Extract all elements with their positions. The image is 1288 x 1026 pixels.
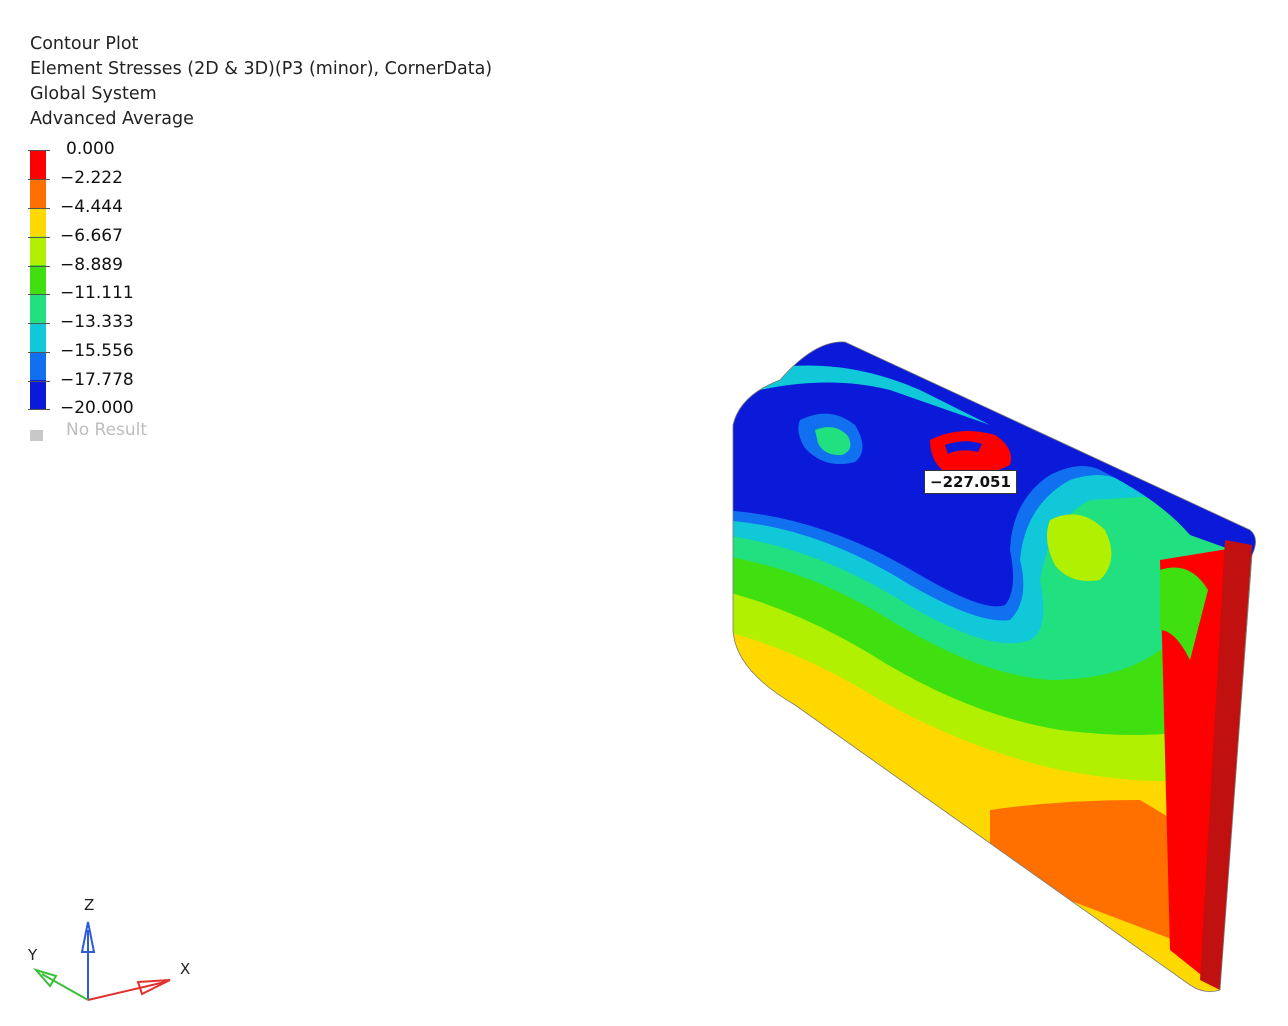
y-axis-line: [41, 973, 89, 1001]
legend-label-7: −15.556: [60, 341, 134, 361]
legend-tick: [28, 381, 50, 382]
y-axis-arrow: [32, 968, 58, 988]
no-result-swatch: [30, 430, 43, 441]
legend-label-2: −4.444: [60, 197, 123, 217]
legend-band-0: [30, 150, 46, 179]
legend-band-1: [30, 178, 46, 208]
result-type-label: Element Stresses (2D & 3D)(P3 (minor), C…: [30, 59, 493, 79]
contour-plot-header: Contour Plot Element Stresses (2D & 3D)(…: [30, 32, 492, 132]
no-result-label: No Result: [66, 420, 148, 440]
legend-band-4: [30, 265, 46, 294]
x-axis-line: [87, 981, 166, 1001]
legend-color-bar: [30, 150, 46, 410]
averaging-method-label: Advanced Average: [30, 109, 194, 129]
legend-band-7: [30, 351, 46, 381]
legend-band-3: [30, 236, 46, 266]
legend-label-9: −20.000: [60, 398, 134, 418]
contour-bands: [733, 341, 1256, 992]
fe-model-contour[interactable]: [720, 330, 1260, 995]
legend-tick: [28, 208, 50, 209]
z-axis-label: Z: [84, 896, 94, 914]
legend-band-8: [30, 380, 46, 410]
legend-band-6: [30, 322, 46, 352]
legend-label-1: −2.222: [60, 168, 123, 188]
legend-tick: [28, 150, 50, 151]
legend-band-5: [30, 293, 46, 323]
legend-label-5: −11.111: [60, 283, 134, 303]
plot-type-title: Contour Plot: [30, 34, 139, 54]
legend-tick: [28, 237, 50, 238]
legend-tick: [28, 409, 50, 410]
axis-triad: Z Y X: [27, 896, 190, 1001]
x-axis-label: X: [180, 960, 190, 978]
legend-label-0: 0.000: [66, 139, 115, 159]
legend-label-8: −17.778: [60, 370, 134, 390]
legend-label-6: −13.333: [60, 312, 134, 332]
y-axis-label: Y: [27, 946, 38, 964]
probe-value-label[interactable]: −227.051: [924, 470, 1017, 494]
legend-tick: [28, 266, 50, 267]
legend-tick: [28, 352, 50, 353]
legend-tick: [28, 294, 50, 295]
legend-label-3: −6.667: [60, 226, 123, 246]
legend-band-2: [30, 207, 46, 237]
legend-tick: [28, 179, 50, 180]
legend-tick: [28, 323, 50, 324]
graphics-viewport[interactable]: Contour Plot Element Stresses (2D & 3D)(…: [0, 0, 1288, 1026]
legend-label-4: −8.889: [60, 255, 123, 275]
coordinate-system-label: Global System: [30, 84, 157, 104]
